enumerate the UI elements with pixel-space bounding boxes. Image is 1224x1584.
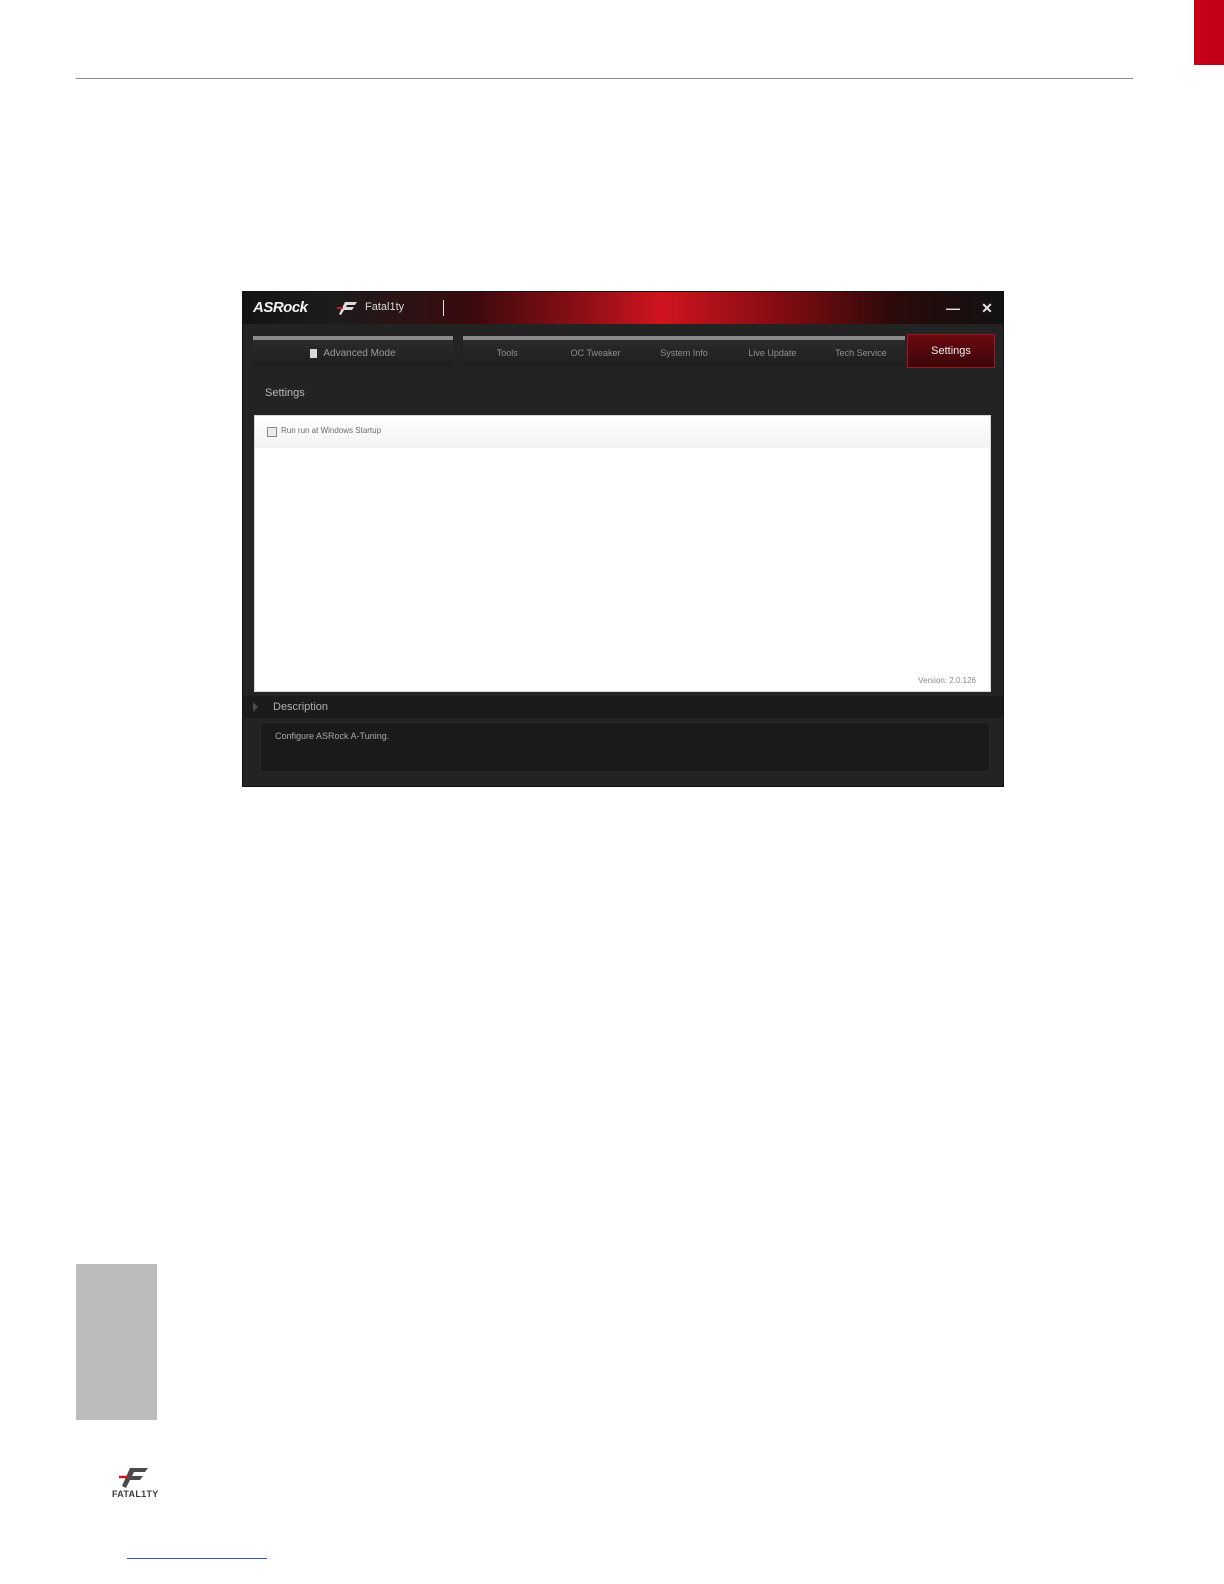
title-separator — [443, 300, 444, 316]
chapter-tab — [1194, 0, 1224, 65]
description-text: Configure ASRock A-Tuning. — [275, 731, 390, 741]
tab-oc-tweaker[interactable]: OC Tweaker — [551, 340, 639, 366]
advanced-mode-label: Advanced Mode — [323, 347, 396, 359]
title-divider — [970, 292, 971, 324]
startup-checkbox[interactable] — [267, 427, 277, 437]
settings-panel: Run run at Windows Startup Version: 2.0.… — [254, 415, 991, 692]
product-name: Fatal1ty — [365, 301, 405, 313]
header-rule — [76, 78, 1133, 79]
footer-logo-text: FATAL1TY — [112, 1489, 159, 1499]
startup-checkbox-label[interactable]: Run run at Windows Startup — [281, 426, 381, 435]
description-title: Description — [273, 701, 329, 713]
minimize-icon: — — [946, 300, 960, 316]
title-bar: ASRock Fatal1ty — ✕ — [243, 292, 1003, 324]
description-header[interactable]: Description — [243, 696, 1003, 718]
app-window: ASRock Fatal1ty — ✕ Advanced Mode Tools … — [243, 292, 1003, 786]
tab-live-update[interactable]: Live Update — [728, 340, 816, 366]
tab-bar: Tools OC Tweaker System Info Live Update… — [463, 336, 905, 366]
footer-link-rule — [127, 1558, 267, 1559]
version-label: Version: 2.0.126 — [918, 676, 976, 685]
settings-row: Run run at Windows Startup — [255, 416, 990, 448]
tab-settings[interactable]: Settings — [907, 334, 995, 368]
title-divider — [933, 292, 934, 324]
tab-system-info[interactable]: System Info — [640, 340, 728, 366]
expand-arrow-icon — [253, 702, 258, 712]
close-button[interactable]: ✕ — [972, 292, 1002, 324]
close-icon: ✕ — [981, 299, 993, 316]
description-box: Configure ASRock A-Tuning. — [260, 722, 990, 772]
mode-icon — [310, 348, 318, 358]
tab-tech-service[interactable]: Tech Service — [817, 340, 905, 366]
fatal1ty-icon — [337, 302, 357, 315]
section-title: Settings — [265, 387, 305, 399]
brand-logo: ASRock — [253, 299, 308, 316]
minimize-button[interactable]: — — [938, 292, 968, 324]
tab-tools[interactable]: Tools — [463, 340, 551, 366]
side-tab — [76, 1264, 157, 1420]
advanced-mode-button[interactable]: Advanced Mode — [253, 336, 453, 366]
